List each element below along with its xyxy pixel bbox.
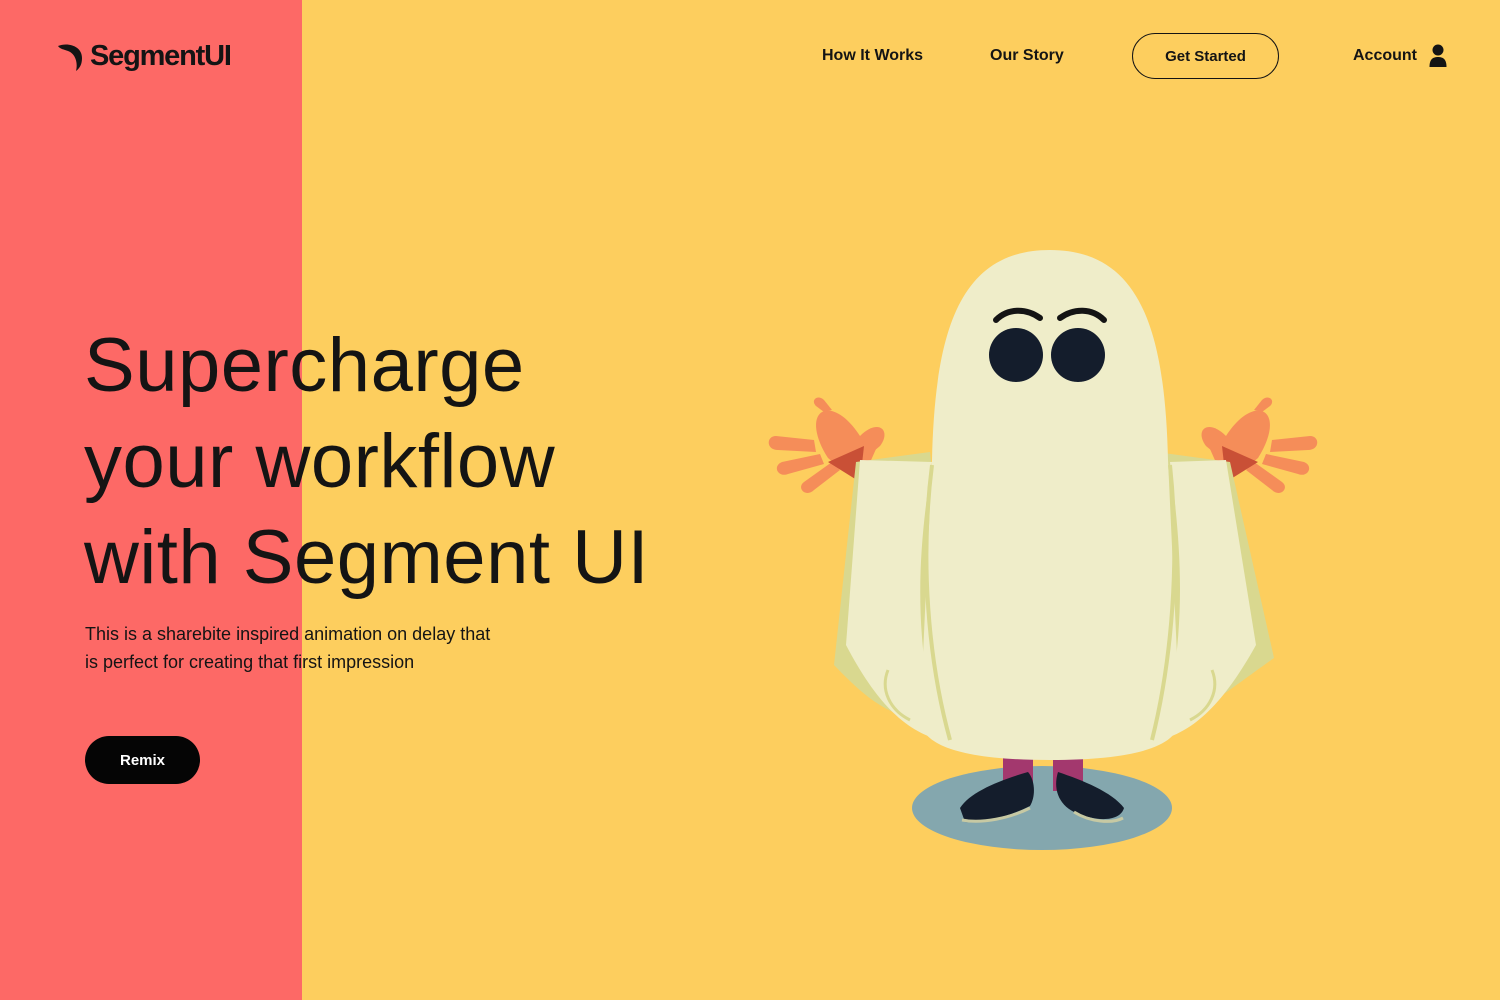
get-started-button[interactable]: Get Started (1132, 33, 1279, 79)
account-user-icon (1429, 44, 1447, 67)
headline-line-1: Supercharge (84, 323, 525, 408)
logo-mark-icon (58, 44, 82, 71)
ground-shadow (912, 766, 1172, 850)
subtext-line-2: is perfect for creating that first impre… (85, 652, 415, 672)
hero-subtext: This is a sharebite inspired animation o… (85, 620, 565, 676)
brand-name: SegmentUI (90, 39, 232, 72)
subtext-line-1: This is a sharebite inspired animation o… (85, 624, 491, 644)
account-label: Account (1353, 47, 1417, 64)
hero-headline: Supercharge your workflow with Segment U… (84, 318, 649, 606)
left-eye (989, 328, 1043, 382)
remix-button[interactable]: Remix (85, 736, 200, 784)
right-eye (1051, 328, 1105, 382)
nav-our-story[interactable]: Our Story (990, 46, 1064, 66)
ghost-illustration (768, 250, 1318, 850)
headline-line-2: your workflow (84, 419, 556, 504)
nav-how-it-works[interactable]: How It Works (822, 46, 923, 66)
ghost-body (920, 250, 1180, 760)
headline-line-3: with Segment UI (84, 515, 650, 600)
brand-logo[interactable]: SegmentUI (56, 38, 232, 74)
account-link[interactable]: Account (1353, 42, 1447, 70)
